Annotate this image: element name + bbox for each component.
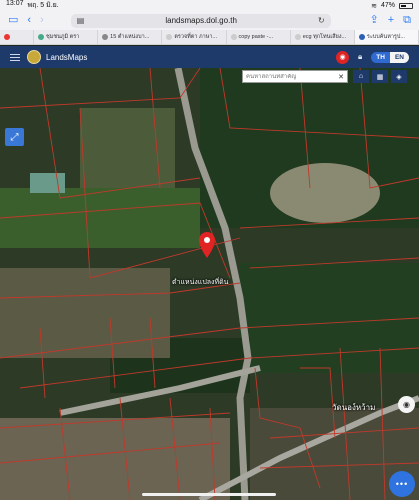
language-toggle[interactable]: TH EN (371, 51, 409, 63)
tab-label: ระบบค้นหารูป... (366, 34, 405, 40)
status-bar: 13:07 พฤ. 5 มิ.ย. ≋ 47% (0, 0, 419, 11)
new-tab-icon[interactable]: + (388, 15, 394, 26)
status-date: พฤ. 5 มิ.ย. (27, 2, 59, 9)
location-pin-icon[interactable]: ◉ (336, 50, 350, 64)
home-icon[interactable]: ⌂ (353, 70, 369, 83)
tab[interactable]: 15 ตำแหน่งบา... (98, 30, 163, 44)
tab-strip: ชุมชนภูมิ ตรา 15 ตำแหน่งบา... ตรวจที่ตา … (0, 30, 419, 45)
screenshot-frame: 13:07 พฤ. 5 มิ.ย. ≋ 47% ▭ ‹ › ▤ landsmap… (0, 0, 419, 500)
tab-favicon (102, 34, 109, 40)
sidebar-icon[interactable]: ▭ (8, 15, 18, 26)
wifi-icon: ≋ (371, 2, 377, 10)
tab[interactable]: copy paste -... (227, 30, 291, 44)
url-text: landsmaps.dol.go.th (165, 16, 237, 25)
reload-icon[interactable]: ↻ (318, 16, 325, 25)
forward-icon[interactable]: › (40, 15, 44, 26)
menu-icon[interactable] (10, 53, 20, 61)
tab[interactable]: ชุมชนภูมิ ตรา (34, 30, 99, 44)
layers-icon[interactable]: ◈ (391, 70, 407, 83)
close-icon[interactable]: ✕ (338, 73, 344, 81)
tab-favicon (4, 34, 10, 40)
tab-favicon (294, 34, 301, 40)
app-logo (27, 50, 41, 64)
grid-icon[interactable]: ▦ (372, 70, 388, 83)
status-time: 13:07 (6, 0, 24, 7)
back-icon[interactable]: ‹ (27, 15, 31, 26)
app-header: LandsMaps ◉ 🔒︎ TH EN (0, 46, 419, 68)
parcel-label: ตำแหน่งแปลงที่ดิน (172, 279, 229, 286)
tab-label: ตรวจที่ตา ภาษา... (174, 34, 218, 40)
address-bar[interactable]: ▤ landsmaps.dol.go.th ↻ (70, 13, 331, 28)
lock-icon[interactable]: 🔒︎ (358, 52, 362, 62)
compass-icon[interactable]: ◉ (398, 396, 415, 413)
map-toolbar: ⌂ ▦ ◈ (353, 70, 407, 83)
tab[interactable]: ตรวจที่ตา ภาษา... (162, 30, 227, 44)
tab-label: ecg ทุกโทนเสียง... (302, 34, 347, 40)
app-name: LandsMaps (46, 52, 88, 62)
measure-icon[interactable]: ⤢ (5, 128, 24, 146)
tab-favicon (166, 34, 173, 40)
more-button[interactable]: ••• (389, 471, 415, 497)
tab-label: copy paste -... (238, 34, 274, 40)
share-icon[interactable]: ⇪ (369, 15, 378, 26)
tab-label: 15 ตำแหน่งบา... (110, 34, 150, 40)
place-search[interactable]: ✕ (242, 70, 348, 83)
tab[interactable]: ecg ทุกโทนเสียง... (291, 30, 355, 44)
tab-favicon (358, 34, 365, 40)
tab-active[interactable]: ระบบค้นหารูป... (354, 30, 419, 44)
search-input[interactable] (246, 73, 330, 80)
tab-label: ชุมชนภูมิ ตรา (46, 34, 80, 40)
map-view[interactable]: ✕ ⌂ ▦ ◈ ⤢ ตำแหน่งแปลงที่ดิน วัดนอง์หว้าม… (0, 68, 419, 500)
home-indicator (142, 493, 276, 496)
tab-favicon (38, 34, 44, 40)
place-label: วัดนอง์หว้าม (332, 403, 376, 412)
lang-en-button[interactable]: EN (389, 51, 409, 63)
tabs-icon[interactable]: ⧉ (403, 15, 411, 26)
reader-icon[interactable]: ▤ (77, 16, 85, 25)
battery-icon (399, 2, 413, 9)
lang-th-button[interactable]: TH (371, 51, 390, 63)
tab-favicon (230, 34, 237, 40)
battery-percent: 47% (380, 2, 395, 9)
browser-toolbar: ▭ ‹ › ▤ landsmaps.dol.go.th ↻ ⇪ + ⧉ (0, 11, 419, 30)
tab[interactable] (0, 30, 34, 44)
